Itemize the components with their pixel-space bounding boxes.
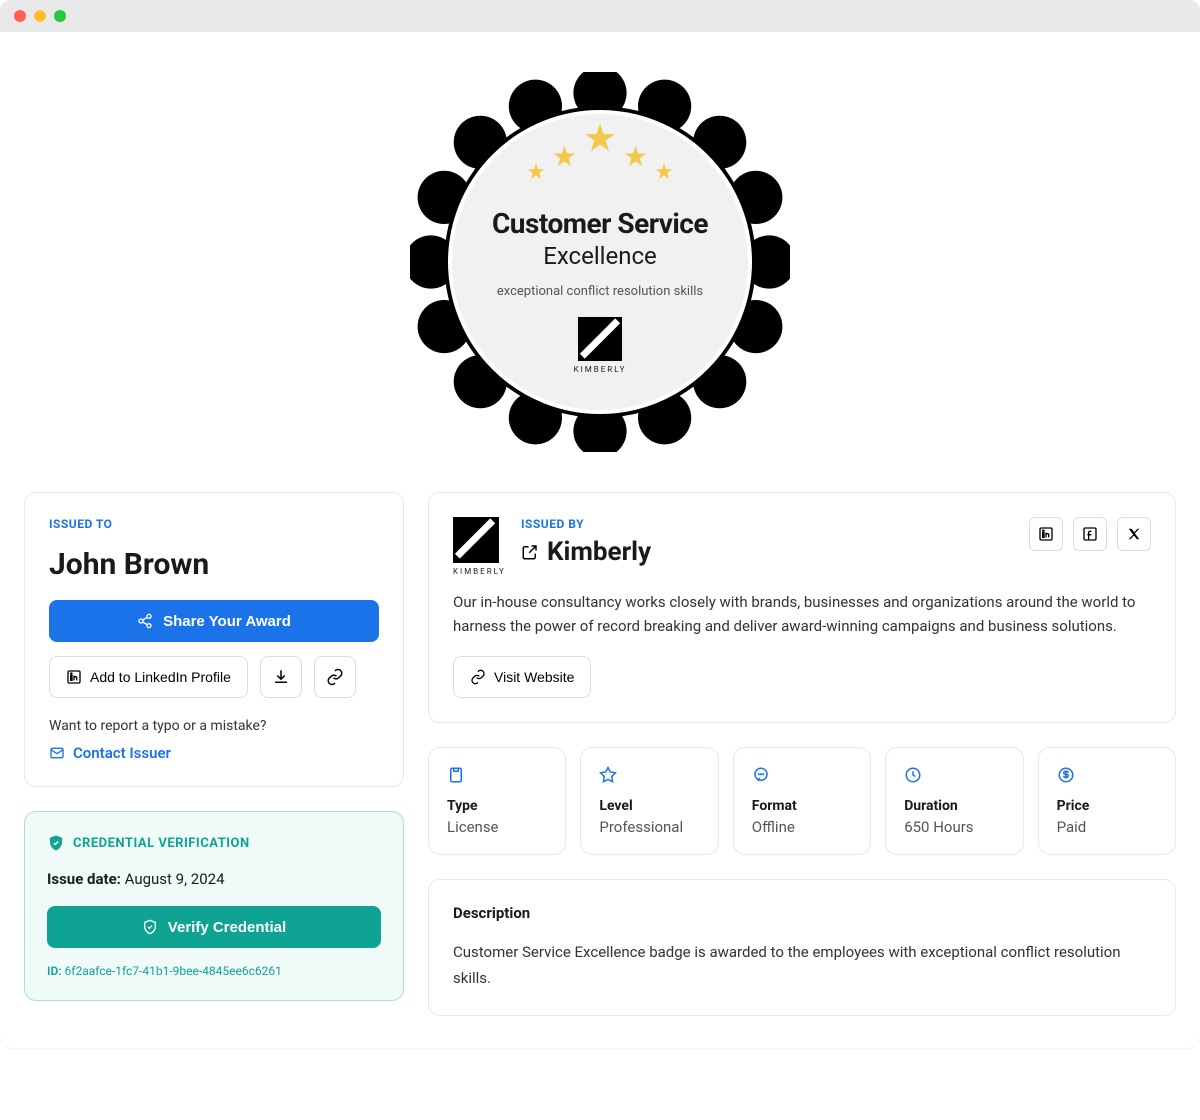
star-icon: ★ <box>654 160 674 185</box>
verification-card: CREDENTIAL VERIFICATION Issue date: Augu… <box>24 811 404 1001</box>
add-linkedin-button[interactable]: Add to LinkedIn Profile <box>49 656 248 698</box>
window-titlebar <box>0 0 1200 32</box>
social-x-button[interactable] <box>1117 517 1151 551</box>
description-title: Description <box>453 904 1151 922</box>
badge-issuer-logo: KIMBERLY <box>574 317 627 374</box>
recipient-card: ISSUED TO John Brown Share Your Award Ad… <box>24 492 404 787</box>
document-icon <box>447 766 465 784</box>
star-outline-icon <box>599 766 617 784</box>
window-maximize-dot[interactable] <box>54 10 66 22</box>
stat-level: Level Professional <box>580 747 718 855</box>
visit-website-button[interactable]: Visit Website <box>453 656 591 698</box>
star-icon: ★ <box>552 140 577 173</box>
description-body: Customer Service Excellence badge is awa… <box>453 940 1151 991</box>
award-badge: ★ ★ ★ ★ ★ Customer Service Excellence ex… <box>410 72 790 452</box>
issue-date-value: August 9, 2024 <box>125 870 225 888</box>
credential-id-label: ID: <box>47 964 62 978</box>
issuer-name-link[interactable]: Kimberly <box>521 537 1011 567</box>
facebook-icon <box>1082 526 1098 542</box>
copy-link-button[interactable] <box>314 656 356 698</box>
badge-title: Customer Service <box>492 207 708 240</box>
report-prompt: Want to report a typo or a mistake? <box>49 718 379 734</box>
x-icon <box>1127 527 1141 541</box>
description-card: Description Customer Service Excellence … <box>428 879 1176 1016</box>
credential-id-value: 6f2aafce-1fc7-41b1-9bee-4845ee6c6261 <box>65 964 282 978</box>
recipient-name: John Brown <box>49 547 379 582</box>
star-icon: ★ <box>623 140 648 173</box>
issuer-description: Our in-house consultancy works closely w… <box>453 590 1151 638</box>
dollar-icon <box>1057 766 1075 784</box>
download-icon <box>272 668 290 686</box>
star-icon: ★ <box>526 160 546 185</box>
download-button[interactable] <box>260 656 302 698</box>
stat-duration: Duration 650 Hours <box>885 747 1023 855</box>
social-linkedin-button[interactable] <box>1029 517 1063 551</box>
issue-date-label: Issue date: <box>47 870 121 888</box>
badge-subtitle: Excellence <box>543 242 657 270</box>
linkedin-icon <box>66 669 82 685</box>
window-minimize-dot[interactable] <box>34 10 46 22</box>
issued-to-label: ISSUED TO <box>49 517 379 531</box>
issuer-card: KIMBERLY ISSUED BY Kimberly <box>428 492 1176 723</box>
star-row: ★ ★ ★ ★ ★ <box>526 142 674 187</box>
verification-header: CREDENTIAL VERIFICATION <box>73 836 250 851</box>
contact-issuer-link[interactable]: Contact Issuer <box>49 744 379 762</box>
link-icon <box>470 669 486 685</box>
star-icon: ★ <box>583 116 617 161</box>
share-icon <box>137 613 153 629</box>
stat-format: Format Offline <box>733 747 871 855</box>
shield-check-icon <box>47 834 65 852</box>
verify-credential-button[interactable]: Verify Credential <box>47 906 381 948</box>
stat-type: Type License <box>428 747 566 855</box>
window-close-dot[interactable] <box>14 10 26 22</box>
linkedin-icon <box>1038 526 1054 542</box>
issuer-logo: KIMBERLY <box>453 517 503 576</box>
chat-icon <box>752 766 770 784</box>
share-award-button[interactable]: Share Your Award <box>49 600 379 642</box>
badge-tagline: exceptional conflict resolution skills <box>497 284 703 299</box>
mail-icon <box>49 745 65 761</box>
issued-by-label: ISSUED BY <box>521 517 1011 531</box>
social-facebook-button[interactable] <box>1073 517 1107 551</box>
stat-price: Price Paid <box>1038 747 1176 855</box>
external-link-icon <box>521 543 539 561</box>
clock-icon <box>904 766 922 784</box>
shield-icon <box>142 919 158 935</box>
link-icon <box>326 668 344 686</box>
